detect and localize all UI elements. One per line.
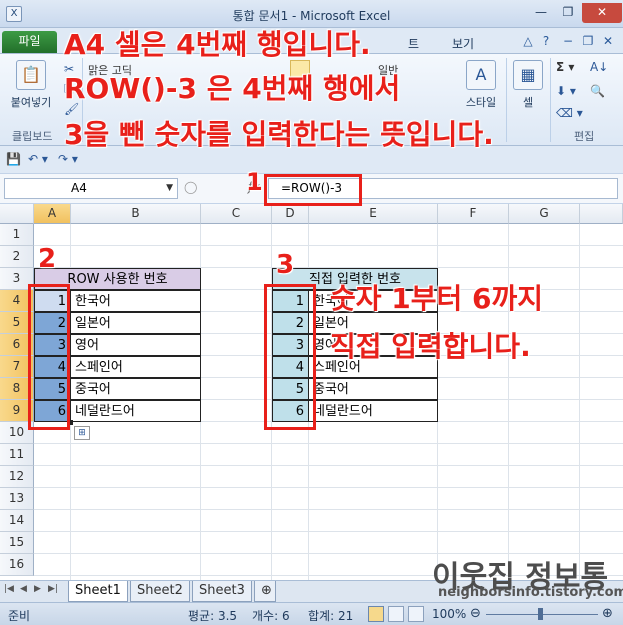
clipboard-group-label: 클립보드 bbox=[12, 130, 53, 143]
name-box[interactable]: A4 ▼ bbox=[4, 178, 178, 199]
watermark-url: neighborsinfo.tistory.com bbox=[438, 585, 623, 600]
select-all-corner[interactable] bbox=[0, 204, 34, 224]
chevron-down-icon[interactable]: ▼ bbox=[166, 179, 173, 198]
grid-line bbox=[508, 224, 509, 580]
tab-view[interactable]: 보기 bbox=[452, 35, 474, 52]
column-header-e[interactable]: E bbox=[309, 204, 438, 224]
zoom-in-icon[interactable]: ⊕ bbox=[602, 606, 613, 621]
annotation-number-3: 3 bbox=[276, 250, 295, 280]
sheet-tab-sheet1[interactable]: Sheet1 bbox=[68, 581, 128, 602]
column-header-f[interactable]: F bbox=[438, 204, 509, 224]
ribbon-separator bbox=[506, 58, 507, 142]
page-layout-view-icon[interactable] bbox=[388, 606, 404, 622]
autosum-icon[interactable]: Σ ▾ bbox=[556, 60, 574, 74]
column-header-extra[interactable] bbox=[580, 204, 623, 224]
normal-view-icon[interactable] bbox=[368, 606, 384, 622]
title-bar: X 통합 문서1 - Microsoft Excel — ❐ ✕ bbox=[0, 0, 623, 28]
row-header[interactable]: 1 bbox=[0, 224, 34, 246]
status-count: 개수: 6 bbox=[252, 609, 290, 623]
row-header[interactable]: 16 bbox=[0, 554, 34, 576]
zoom-slider-handle[interactable] bbox=[538, 608, 543, 620]
cell-b9[interactable]: 네덜란드어 bbox=[70, 400, 201, 422]
maximize-button[interactable]: ❐ bbox=[555, 3, 581, 23]
status-bar: 준비 평균: 3.5 개수: 6 합계: 21 100% ⊖ ⊕ bbox=[0, 602, 623, 625]
window-close-icon[interactable]: ✕ bbox=[600, 33, 616, 49]
row-header[interactable]: 14 bbox=[0, 510, 34, 532]
cell-b8[interactable]: 중국어 bbox=[70, 378, 201, 400]
minimize-button[interactable]: — bbox=[528, 3, 554, 23]
annotation-box-left bbox=[28, 284, 70, 430]
cells-button[interactable]: ▦ 셀 bbox=[510, 60, 546, 110]
grid-line bbox=[579, 224, 580, 580]
insert-function-circle-icon[interactable]: ◯ bbox=[184, 180, 197, 194]
zoom-level[interactable]: 100% bbox=[432, 607, 466, 621]
annotation-right2: 직접 입력합니다. bbox=[330, 330, 531, 363]
find-select-icon[interactable]: 🔍 bbox=[590, 84, 605, 98]
window-min-icon[interactable]: − bbox=[560, 33, 576, 49]
column-header-b[interactable]: B bbox=[71, 204, 201, 224]
status-ready: 준비 bbox=[8, 609, 31, 623]
annotation-line1: A4 셀은 4번째 행입니다. bbox=[64, 28, 371, 61]
sheet-nav-last-icon[interactable]: ▶| bbox=[48, 584, 58, 594]
redo-icon[interactable]: ↷ ▾ bbox=[58, 152, 78, 166]
status-sum: 합계: 21 bbox=[308, 609, 354, 623]
sheet-tab-sheet2[interactable]: Sheet2 bbox=[130, 581, 190, 602]
undo-icon[interactable]: ↶ ▾ bbox=[28, 152, 48, 166]
annotation-number-1: 1 bbox=[246, 168, 263, 196]
sort-filter-icon[interactable]: A↓ bbox=[590, 60, 608, 74]
cells-icon: ▦ bbox=[513, 60, 543, 90]
clear-icon[interactable]: ⌫ ▾ bbox=[556, 106, 583, 120]
minimize-ribbon-icon[interactable]: △ bbox=[520, 33, 536, 49]
sheet-tab-sheet3[interactable]: Sheet3 bbox=[192, 581, 252, 602]
cell-e9[interactable]: 네덜란드어 bbox=[308, 400, 438, 422]
row-header[interactable]: 12 bbox=[0, 466, 34, 488]
column-header-a[interactable]: A bbox=[34, 204, 71, 224]
style-icon: A bbox=[466, 60, 496, 90]
annotation-line3: 3을 뺀 숫자를 입력한다는 뜻입니다. bbox=[64, 118, 494, 151]
save-icon[interactable]: 💾 bbox=[6, 152, 21, 166]
column-header-c[interactable]: C bbox=[201, 204, 272, 224]
row-header[interactable]: 15 bbox=[0, 532, 34, 554]
row-header[interactable]: 2 bbox=[0, 246, 34, 268]
autofill-options-icon[interactable]: ⊞ bbox=[74, 426, 90, 440]
close-button[interactable]: ✕ bbox=[582, 3, 622, 23]
annotation-right1: 숫자 1부터 6까지 bbox=[330, 282, 544, 315]
help-icon[interactable]: ? bbox=[538, 33, 554, 49]
styles-button[interactable]: A 스타일 bbox=[458, 60, 504, 110]
cell-b4[interactable]: 한국어 bbox=[70, 290, 201, 312]
column-header-d[interactable]: D bbox=[272, 204, 309, 224]
fill-icon[interactable]: ⬇ ▾ bbox=[556, 84, 576, 98]
ribbon-separator bbox=[550, 58, 551, 142]
zoom-out-icon[interactable]: ⊖ bbox=[470, 606, 481, 621]
insert-sheet-icon[interactable]: ⊕ bbox=[254, 581, 276, 602]
editing-group-label: 편집 bbox=[574, 130, 595, 143]
cell-b5[interactable]: 일본어 bbox=[70, 312, 201, 334]
tab-partial[interactable]: 트 bbox=[408, 35, 419, 52]
sheet-nav-next-icon[interactable]: ▶ bbox=[34, 584, 41, 594]
page-break-view-icon[interactable] bbox=[408, 606, 424, 622]
column-header-g[interactable]: G bbox=[509, 204, 580, 224]
clipboard-icon: 📋 bbox=[16, 60, 46, 90]
cell-b6[interactable]: 영어 bbox=[70, 334, 201, 356]
window-restore-icon[interactable]: ❐ bbox=[580, 33, 596, 49]
annotation-line2: ROW()-3 은 4번째 행에서 bbox=[64, 72, 401, 105]
file-tab[interactable]: 파일 bbox=[2, 31, 57, 53]
sheet-nav-prev-icon[interactable]: ◀ bbox=[20, 584, 27, 594]
annotation-box-right bbox=[264, 284, 316, 430]
cell-b7[interactable]: 스페인어 bbox=[70, 356, 201, 378]
sheet-nav-first-icon[interactable]: |◀ bbox=[4, 584, 14, 594]
annotation-box-formula bbox=[264, 174, 362, 206]
row-header[interactable]: 13 bbox=[0, 488, 34, 510]
row-header[interactable]: 11 bbox=[0, 444, 34, 466]
paste-button[interactable]: 📋 붙여넣기 bbox=[6, 60, 56, 110]
cell-e8[interactable]: 중국어 bbox=[308, 378, 438, 400]
annotation-number-2: 2 bbox=[38, 244, 57, 274]
status-average: 평균: 3.5 bbox=[188, 609, 238, 623]
